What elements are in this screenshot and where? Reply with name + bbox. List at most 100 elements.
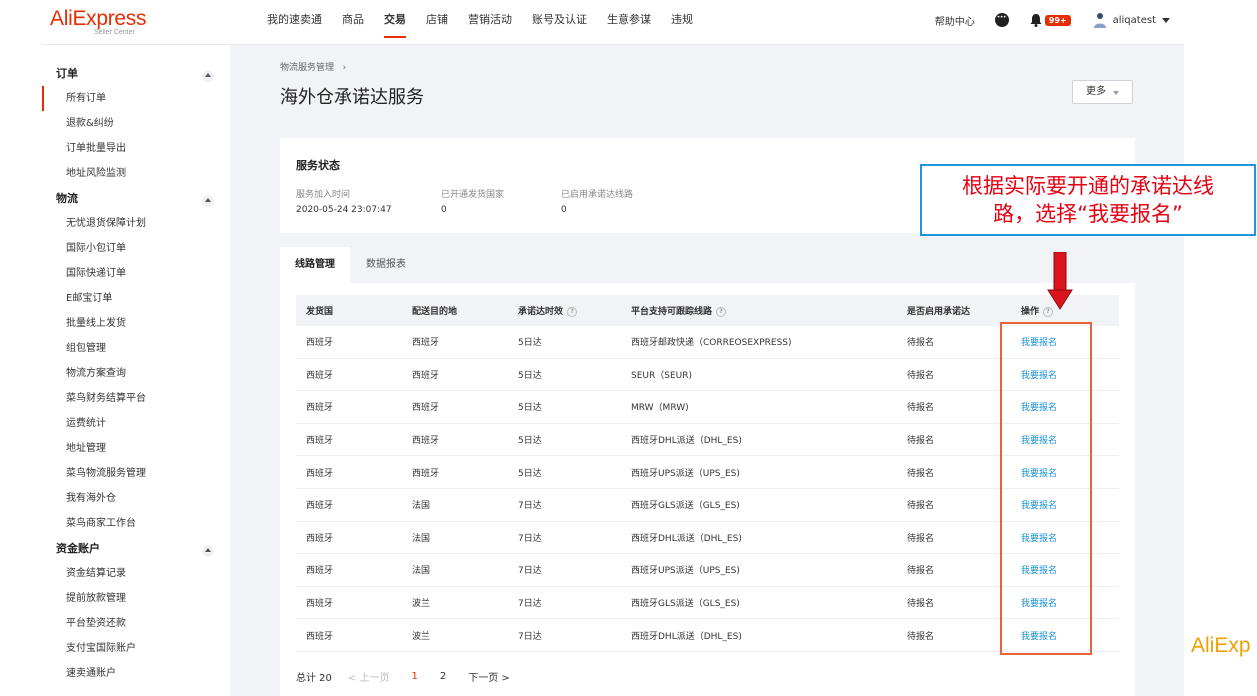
nav-item-store[interactable]: 店铺 [426, 0, 448, 44]
table-row: 西班牙 西班牙 5日达 西班牙DHL派送（DHL_ES) 待报名 我要报名 [296, 423, 1119, 457]
down-arrow-icon [1047, 252, 1073, 310]
sidebar-item-all-orders[interactable]: 所有订单 [42, 86, 230, 111]
collapse-icon[interactable] [202, 70, 214, 82]
sidebar-item-address-management[interactable]: 地址管理 [42, 436, 230, 461]
pagination: 总计 20 < 上一页 1 2 下一页 > [296, 669, 510, 684]
table-cell: 西班牙 [296, 586, 402, 620]
sidebar-item-refunds[interactable]: 退款&纠纷 [42, 111, 230, 136]
table-cell: 西班牙 [296, 358, 402, 392]
tab-route-management[interactable]: 线路管理 [280, 247, 350, 283]
sidebar-item-epacket-orders[interactable]: E邮宝订单 [42, 286, 230, 311]
logo-subtitle: Seller Center [94, 29, 135, 36]
nav-item-my-aliexpress[interactable]: 我的速卖通 [267, 0, 322, 44]
sidebar-group-logistics[interactable]: 物流 [42, 186, 230, 211]
sidebar-item-return-guarantee[interactable]: 无忧退货保障计划 [42, 211, 230, 236]
sidebar-item-package-management[interactable]: 组包管理 [42, 336, 230, 361]
collapse-icon[interactable] [202, 195, 214, 207]
chat-icon[interactable] [994, 13, 1009, 27]
column-header: 平台支持可跟踪线路? [621, 295, 897, 326]
nav-item-account[interactable]: 账号及认证 [532, 0, 587, 44]
sidebar-item-small-packet-orders[interactable]: 国际小包订单 [42, 236, 230, 261]
table-cell: 西班牙GLS派送（GLS_ES) [621, 586, 897, 620]
table-cell: 西班牙 [402, 455, 508, 489]
table-cell: 西班牙 [296, 455, 402, 489]
sidebar-item-aliexpress-account[interactable]: 速卖通账户 [42, 661, 230, 686]
prev-page-button[interactable]: < 上一页 [348, 669, 390, 684]
table-cell: 5日达 [508, 326, 621, 359]
sidebar-item-advance-repay[interactable]: 平台垫资还款 [42, 611, 230, 636]
sidebar-item-overseas-warehouse[interactable]: 我有海外仓 [42, 486, 230, 511]
table-cell: 西班牙 [402, 358, 508, 392]
table-cell: 西班牙邮政快递（CORREOSEXPRESS) [621, 326, 897, 359]
table-header-row: 发货国 配送目的地 承诺达时效? 平台支持可跟踪线路? 是否启用承诺达 操作? [296, 295, 1119, 326]
sidebar-item-freight-stats[interactable]: 运费统计 [42, 411, 230, 436]
table-cell: 待报名 [897, 553, 1011, 587]
stat-label: 已开通发货国家 [441, 190, 505, 200]
page-number-current[interactable]: 1 [411, 671, 417, 682]
sidebar-item-address-risk[interactable]: 地址风险监测 [42, 161, 230, 186]
bell-icon[interactable] [1029, 13, 1043, 27]
sidebar-item-cainiao-finance[interactable]: 菜鸟财务结算平台 [42, 386, 230, 411]
sidebar-item-batch-export[interactable]: 订单批量导出 [42, 136, 230, 161]
stat-value: 0 [561, 205, 567, 215]
annotation-line: 根据实际要开通的承诺达线 [962, 174, 1214, 198]
sidebar-item-alipay-account[interactable]: 支付宝国际账户 [42, 636, 230, 661]
table-cell: 7日达 [508, 521, 621, 555]
table-cell: 7日达 [508, 488, 621, 522]
sidebar-item-early-release[interactable]: 提前放款管理 [42, 586, 230, 611]
table-cell: 波兰 [402, 586, 508, 620]
collapse-icon[interactable] [202, 545, 214, 557]
help-center-link[interactable]: 帮助中心 [935, 13, 975, 28]
page-title: 海外仓承诺达服务 [280, 87, 424, 108]
stat-countries: 已开通发货国家 0 [441, 187, 504, 215]
sidebar-group-funds[interactable]: 资金账户 [42, 536, 230, 561]
table-cell: SEUR（SEUR) [621, 358, 897, 392]
chevron-down-icon[interactable] [1162, 17, 1170, 23]
page-number[interactable]: 2 [440, 671, 446, 682]
table-cell: 波兰 [402, 618, 508, 652]
table-cell: 7日达 [508, 586, 621, 620]
tab-data-report[interactable]: 数据报表 [350, 247, 422, 283]
sidebar-group-orders[interactable]: 订单 [42, 61, 230, 86]
sidebar-item-batch-shipping[interactable]: 批量线上发货 [42, 311, 230, 336]
main-nav: 我的速卖通 商品 交易 店铺 营销活动 账号及认证 生意参谋 违规 [267, 0, 713, 44]
nav-item-products[interactable]: 商品 [342, 0, 364, 44]
stat-value: 0 [441, 205, 447, 215]
avatar-icon[interactable] [1093, 12, 1107, 28]
column-header: 发货国 [296, 295, 402, 326]
column-header-label: 平台支持可跟踪线路 [631, 307, 713, 317]
column-header: 承诺达时效? [508, 295, 621, 326]
sidebar-item-cainiao-workbench[interactable]: 菜鸟商家工作台 [42, 511, 230, 536]
table-cell: 西班牙 [296, 618, 402, 652]
stat-label: 服务加入时间 [296, 190, 351, 200]
sidebar-item-cainiao-service[interactable]: 菜鸟物流服务管理 [42, 461, 230, 486]
sidebar-item-express-orders[interactable]: 国际快递订单 [42, 261, 230, 286]
aliexpress-logo[interactable]: AliExpress Seller Center [50, 8, 147, 36]
next-page-button[interactable]: 下一页 > [468, 669, 510, 684]
table-cell: 西班牙 [296, 390, 402, 424]
table-cell: 法国 [402, 488, 508, 522]
table-cell: 待报名 [897, 455, 1011, 489]
sidebar-item-settlement-records[interactable]: 资金结算记录 [42, 561, 230, 586]
status-title: 服务状态 [296, 159, 340, 172]
tab-bar: 线路管理 数据报表 [280, 247, 1135, 283]
more-button[interactable]: 更多 [1072, 80, 1133, 104]
table-cell: 待报名 [897, 586, 1011, 620]
table-cell: 待报名 [897, 358, 1011, 392]
nav-item-orders[interactable]: 交易 [384, 0, 406, 44]
table-cell: 西班牙 [402, 423, 508, 457]
stat-value: 2020-05-24 23:07:47 [296, 205, 392, 215]
nav-item-violations[interactable]: 违规 [671, 0, 693, 44]
table-cell: 西班牙GLS派送（GLS_ES) [621, 488, 897, 522]
nav-item-marketing[interactable]: 营销活动 [468, 0, 512, 44]
help-icon[interactable]: ? [716, 306, 727, 317]
breadcrumb-link[interactable]: 物流服务管理 [280, 63, 334, 73]
table-row: 西班牙 西班牙 5日达 西班牙邮政快递（CORREOSEXPRESS) 待报名 … [296, 326, 1119, 359]
user-name[interactable]: aliqatest [1113, 15, 1156, 26]
nav-item-analytics[interactable]: 生意参谋 [607, 0, 651, 44]
table-cell: 5日达 [508, 390, 621, 424]
help-icon[interactable]: ? [567, 306, 578, 317]
column-header: 配送目的地 [402, 295, 508, 326]
sidebar-item-logistics-query[interactable]: 物流方案查询 [42, 361, 230, 386]
table-cell: 西班牙DHL派送（DHL_ES) [621, 423, 897, 457]
